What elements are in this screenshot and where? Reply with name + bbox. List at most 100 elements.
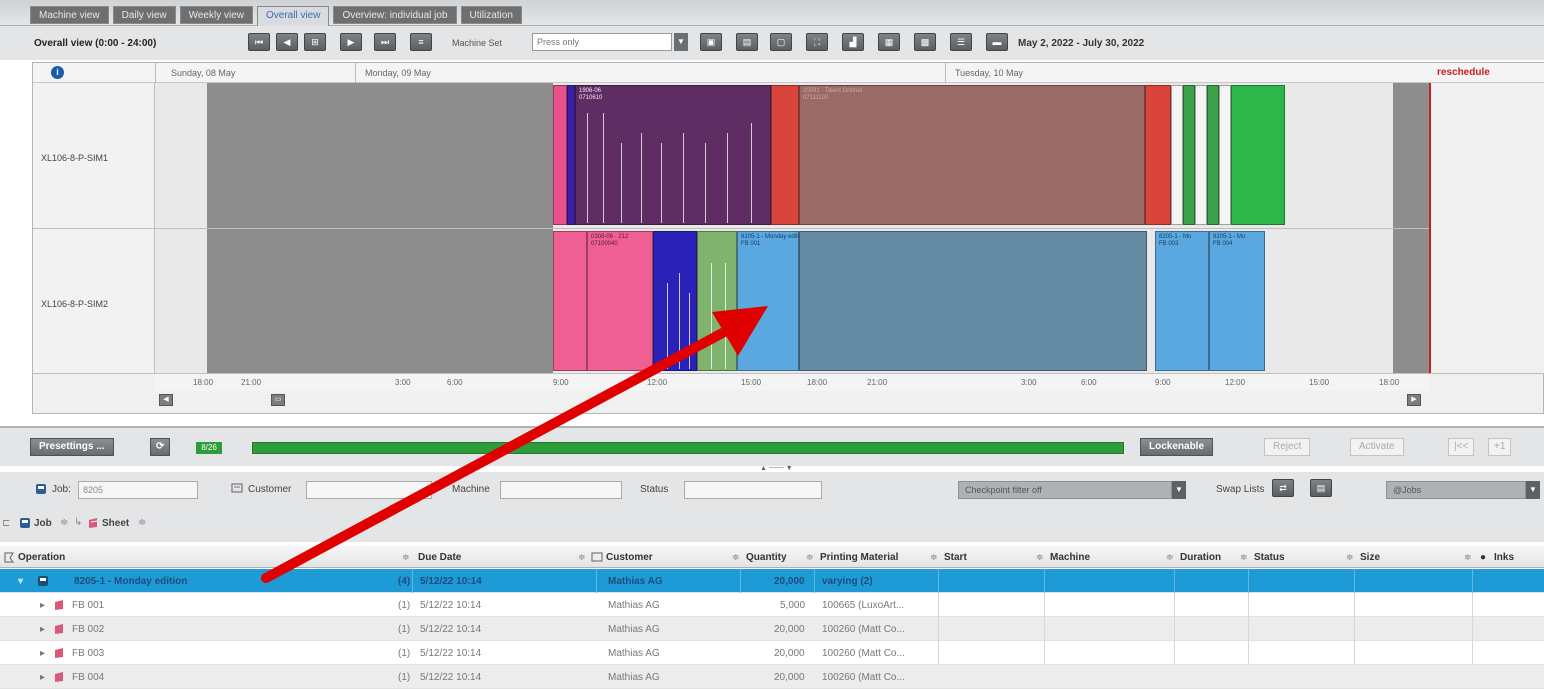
job-bar[interactable] <box>1231 85 1285 225</box>
tab-overall-view[interactable]: Overall view <box>257 6 330 26</box>
chevron-down-icon[interactable]: ▼ <box>674 33 688 51</box>
scroll-thumb[interactable]: ▭ <box>271 394 285 406</box>
column-header-operation[interactable]: Operation <box>18 552 65 563</box>
expand-icon[interactable]: ▸ <box>40 624 45 635</box>
job-bar[interactable] <box>1145 85 1171 225</box>
zoom-button[interactable]: ⊞ <box>304 33 326 51</box>
filter-button[interactable]: ≡ <box>410 33 432 51</box>
tab-weekly-view[interactable]: Weekly view <box>179 6 253 24</box>
refresh-icon[interactable]: ⟳ <box>150 438 171 456</box>
table-row-job[interactable]: ▾ 8205-1 - Monday edition (4) 5/12/22 10… <box>0 569 1544 593</box>
chevron-down-icon[interactable]: ▼ <box>1172 481 1186 499</box>
sort-icon[interactable]: ≑ <box>402 552 410 563</box>
splitter-handle[interactable]: ▲ ─── ▼ <box>760 465 793 472</box>
reject-button[interactable]: Reject <box>1264 438 1311 456</box>
chart-icon[interactable]: ▟ <box>842 33 864 51</box>
sort-icon[interactable]: ≑ <box>578 552 586 563</box>
horizontal-scrollbar[interactable]: ◀ ▭ ▶ <box>155 392 1429 408</box>
column-header-inks[interactable]: Inks <box>1494 552 1514 563</box>
job-bar-20591[interactable]: 20591 · Talent Ordinal 07111100 <box>799 85 1145 225</box>
expand-icon[interactable]: ▸ <box>40 600 45 611</box>
previous-page-button[interactable]: ◀ <box>276 33 298 51</box>
table-row-sheet[interactable]: ▸ FB 002 (1) 5/12/22 10:14 Mathias AG 20… <box>0 617 1544 641</box>
sort-icon[interactable]: ≑ <box>1346 552 1354 563</box>
job-bar-8205-fb002[interactable] <box>799 231 1147 371</box>
group-by-sheet[interactable]: Sheet <box>102 518 129 529</box>
column-header-printing-material[interactable]: Printing Material <box>820 552 898 563</box>
machine-set-select[interactable]: Press only <box>532 33 672 51</box>
sort-icon[interactable]: ≑ <box>138 517 146 528</box>
job-bar-1906-06[interactable]: 1906-06 0710610 <box>575 85 771 225</box>
column-header-status[interactable]: Status <box>1254 552 1285 563</box>
chevron-down-icon[interactable]: ▼ <box>1526 481 1540 499</box>
toolbar-button-2[interactable]: ▤ <box>736 33 758 51</box>
column-header-due-date[interactable]: Due Date <box>418 552 461 563</box>
job-bar[interactable] <box>1171 85 1183 225</box>
job-bar-8205-fb001[interactable]: 8205-1 - Monday edition FB 001 <box>737 231 806 371</box>
job-bar-8205-fb003[interactable]: 8205-1 - Mo FB 003 <box>1155 231 1209 371</box>
sort-icon[interactable]: ≑ <box>930 552 938 563</box>
sort-icon[interactable]: ≑ <box>806 552 814 563</box>
job-bar-0308-06[interactable]: 0308-06 · 212 07100040 <box>587 231 653 371</box>
swap-lists-button[interactable]: ⇄ <box>1272 479 1294 497</box>
scroll-left-button[interactable]: ◀ <box>159 394 173 406</box>
job-bar[interactable] <box>1207 85 1219 225</box>
tab-daily-view[interactable]: Daily view <box>112 6 176 24</box>
job-bar[interactable] <box>1183 85 1195 225</box>
list-settings-button[interactable]: ▤ <box>1310 479 1332 497</box>
first-page-button[interactable]: ⏮ <box>248 33 270 51</box>
column-header-machine[interactable]: Machine <box>1050 552 1090 563</box>
job-bar[interactable] <box>653 231 697 371</box>
toolbar-button-1[interactable]: ▣ <box>700 33 722 51</box>
presettings-button[interactable]: Presettings ... <box>30 438 114 456</box>
sort-icon[interactable]: ≑ <box>732 552 740 563</box>
info-icon[interactable]: i <box>51 66 64 79</box>
list-icon[interactable]: ☰ <box>950 33 972 51</box>
column-header-start[interactable]: Start <box>944 552 967 563</box>
document-icon[interactable]: ▢ <box>770 33 792 51</box>
sort-icon[interactable]: ≑ <box>1166 552 1174 563</box>
column-header-size[interactable]: Size <box>1360 552 1380 563</box>
layout-icon[interactable]: ▩ <box>914 33 936 51</box>
tab-machine-view[interactable]: Machine view <box>30 6 109 24</box>
jobs-list-select[interactable]: @Jobs <box>1386 481 1526 499</box>
job-bar[interactable] <box>553 231 587 371</box>
expand-icon[interactable]: ▸ <box>40 672 45 683</box>
column-header-quantity[interactable]: Quantity <box>746 552 787 563</box>
first-item-button[interactable]: |<< <box>1448 438 1475 456</box>
job-bar[interactable] <box>567 85 575 225</box>
machine-filter-input[interactable] <box>500 481 622 499</box>
job-bar[interactable] <box>697 231 737 371</box>
reschedule-area[interactable] <box>1429 83 1544 373</box>
sort-icon[interactable]: ≑ <box>1240 552 1248 563</box>
expand-icon[interactable]: ▸ <box>40 648 45 659</box>
group-by-job[interactable]: Job <box>34 518 52 529</box>
job-filter-input[interactable]: 8205 <box>78 481 198 499</box>
sort-icon[interactable]: ≑ <box>1464 552 1472 563</box>
fit-icon[interactable]: ⛶ <box>806 33 828 51</box>
last-page-button[interactable]: ⏭ <box>374 33 396 51</box>
status-filter-input[interactable] <box>684 481 822 499</box>
lockenable-button[interactable]: Lockenable <box>1140 438 1214 456</box>
sort-icon[interactable]: ≑ <box>60 517 68 528</box>
job-bar[interactable] <box>553 85 567 225</box>
grid-icon[interactable]: ▦ <box>878 33 900 51</box>
job-bar[interactable] <box>1219 85 1231 225</box>
job-bar[interactable] <box>1195 85 1207 225</box>
tab-overview-individual-job[interactable]: Overview: individual job <box>333 6 457 24</box>
next-page-button[interactable]: ▶ <box>340 33 362 51</box>
table-row-sheet[interactable]: ▸ FB 001 (1) 5/12/22 10:14 Mathias AG 5,… <box>0 593 1544 617</box>
collapse-icon[interactable]: ▾ <box>18 576 23 587</box>
table-row-sheet[interactable]: ▸ FB 003 (1) 5/12/22 10:14 Mathias AG 20… <box>0 641 1544 665</box>
bars-icon[interactable]: ▬ <box>986 33 1008 51</box>
job-bar-8205-fb004[interactable]: 8205-1 - Mo FB 004 <box>1209 231 1265 371</box>
column-header-customer[interactable]: Customer <box>606 552 653 563</box>
scroll-right-button[interactable]: ▶ <box>1407 394 1421 406</box>
tab-utilization[interactable]: Utilization <box>460 6 522 24</box>
increment-button[interactable]: +1 <box>1488 438 1512 456</box>
checkpoint-filter-select[interactable]: Checkpoint filter off <box>958 481 1172 499</box>
table-row-sheet[interactable]: ▸ FB 004 (1) 5/12/22 10:14 Mathias AG 20… <box>0 665 1544 689</box>
column-header-duration[interactable]: Duration <box>1180 552 1221 563</box>
customer-filter-input[interactable] <box>306 481 432 499</box>
job-bar[interactable] <box>771 85 799 225</box>
